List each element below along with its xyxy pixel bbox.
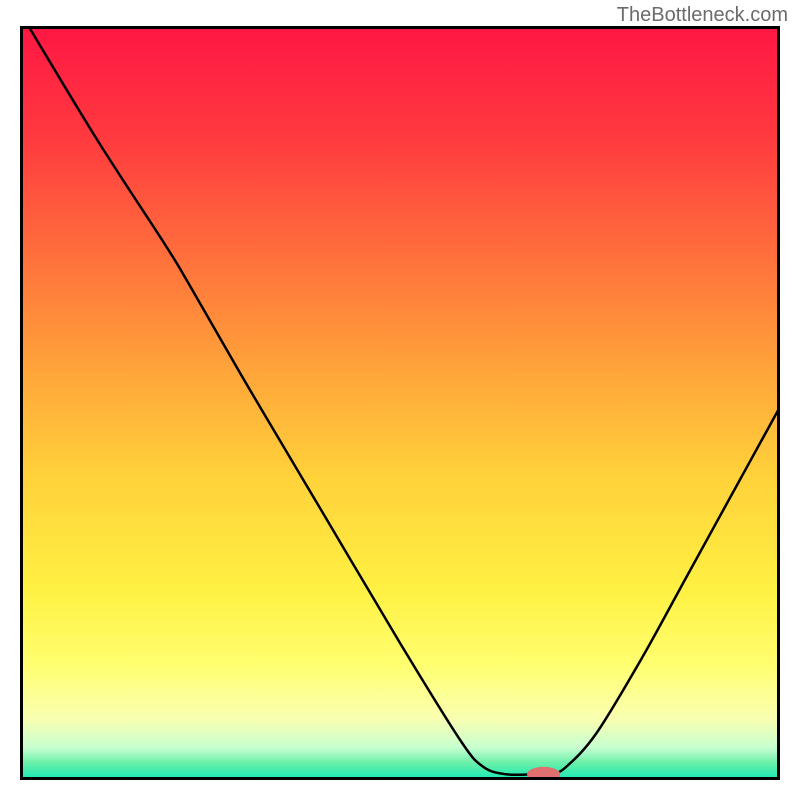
chart-container [20,26,780,780]
bottleneck-chart [20,26,780,780]
watermark-text: TheBottleneck.com [617,4,788,27]
chart-background [22,28,778,778]
